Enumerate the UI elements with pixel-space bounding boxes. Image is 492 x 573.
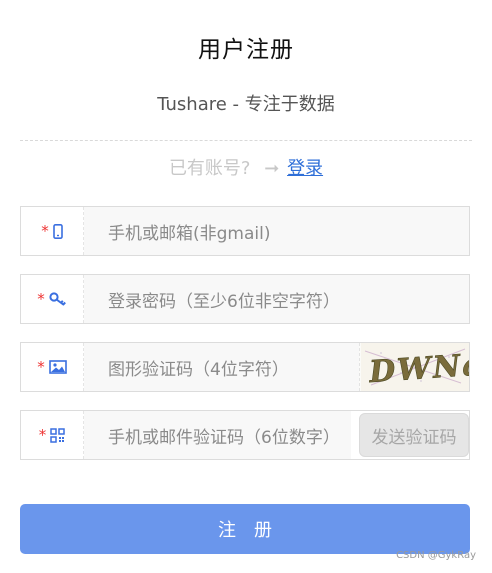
password-lead: * — [21, 275, 84, 323]
required-mark: * — [41, 221, 49, 240]
arrow-right-icon: ➞ — [264, 158, 280, 179]
captcha-input[interactable]: 图形验证码（4位字符） — [84, 343, 359, 391]
password-placeholder: 登录密码（至少6位非空字符） — [108, 291, 340, 312]
required-mark: * — [37, 357, 45, 376]
register-page: 用户注册 Tushare - 专注于数据 已有账号? ➞ 登录 * 手机或邮箱(… — [0, 0, 492, 573]
password-input[interactable]: 登录密码（至少6位非空字符） — [84, 275, 469, 323]
login-link[interactable]: 登录 — [287, 158, 323, 179]
register-button[interactable]: 注册 — [20, 504, 470, 554]
captcha-row: * 图形验证码（4位字符） DWNa — [20, 342, 470, 392]
page-title: 用户注册 — [198, 37, 294, 63]
send-code-button[interactable]: 发送验证码 — [359, 413, 469, 457]
captcha-image[interactable]: DWNa — [359, 343, 469, 391]
page-subtitle: Tushare - 专注于数据 — [157, 94, 335, 115]
phone-email-placeholder: 手机或邮箱(非gmail) — [108, 223, 271, 244]
verify-code-row: * 手机或邮件验证码（6位数字） 发送验证码 — [20, 410, 470, 460]
qrcode-icon — [50, 427, 65, 443]
verify-code-input[interactable]: 手机或邮件验证码（6位数字） — [84, 411, 351, 459]
captcha-text: DWNa — [367, 347, 469, 390]
required-mark: * — [38, 425, 47, 444]
captcha-lead: * — [21, 343, 84, 391]
phone-email-row: * 手机或邮箱(非gmail) — [20, 206, 470, 256]
password-row: * 登录密码（至少6位非空字符） — [20, 274, 470, 324]
verify-code-placeholder: 手机或邮件验证码（6位数字） — [108, 427, 340, 448]
divider — [20, 140, 472, 141]
phone-email-lead: * — [21, 207, 84, 255]
verify-code-lead: * — [21, 411, 84, 459]
image-icon — [48, 360, 67, 374]
phone-email-input[interactable]: 手机或邮箱(非gmail) — [84, 207, 469, 255]
login-prompt: 已有账号? ➞ 登录 — [0, 154, 492, 180]
required-mark: * — [37, 289, 45, 308]
captcha-placeholder: 图形验证码（4位字符） — [108, 359, 289, 380]
login-prompt-text: 已有账号? — [168, 158, 251, 179]
phone-icon — [52, 223, 63, 239]
key-icon — [49, 292, 67, 306]
watermark: CSDN @GykRay — [396, 550, 476, 561]
